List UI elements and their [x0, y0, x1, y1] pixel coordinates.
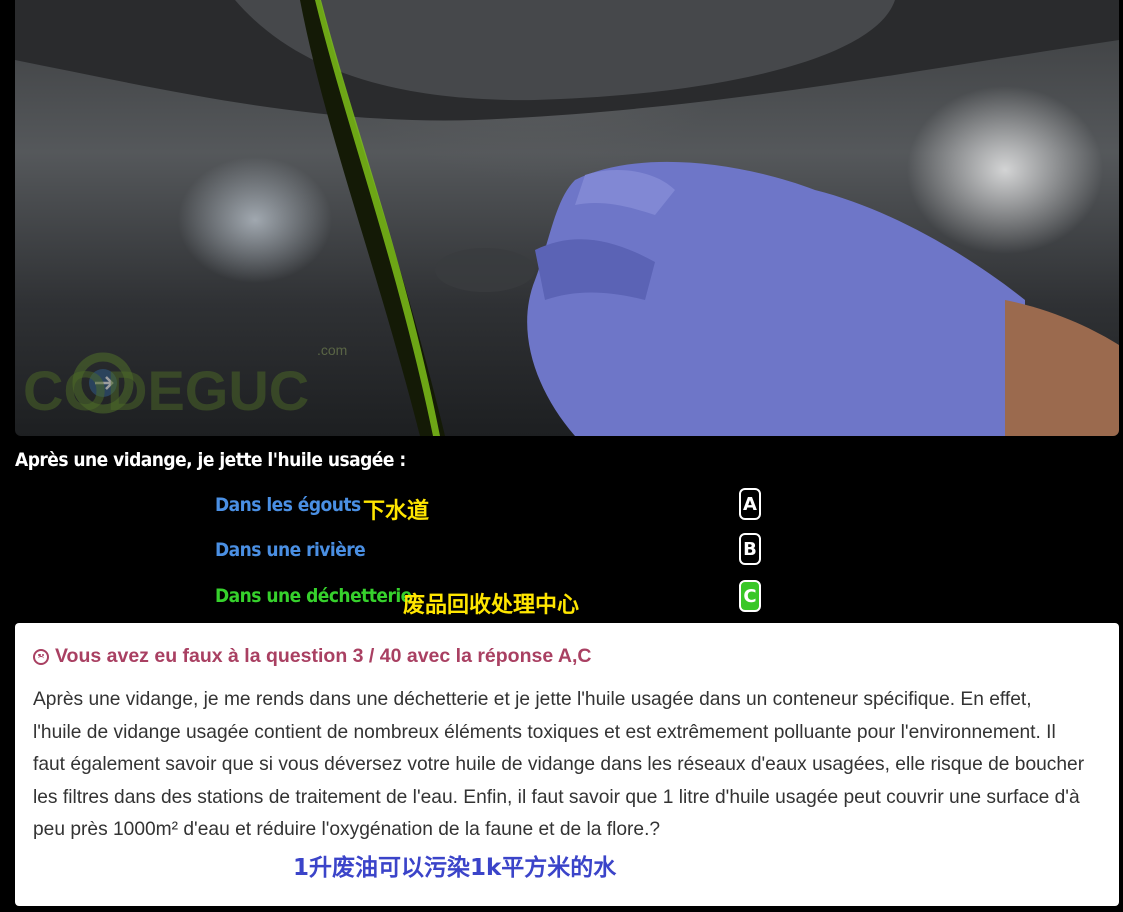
question-text: Après une vidange, je jette l'huile usag… — [15, 449, 406, 471]
answer-c[interactable]: Dans une déchetterie — [215, 585, 412, 607]
result-heading: Vous avez eu faux à la question 3 / 40 a… — [33, 645, 1101, 668]
sad-face-icon — [33, 648, 49, 665]
result-explanation: Après une vidange, je me rends dans une … — [33, 689, 1085, 840]
answer-a[interactable]: Dans les égouts — [215, 494, 361, 516]
watermark-text: CODEGUC — [23, 359, 309, 422]
answer-a-note: 下水道 — [363, 499, 430, 524]
result-heading-text: Vous avez eu faux à la question 3 / 40 a… — [55, 645, 592, 667]
watermark-suffix: .com — [317, 342, 347, 358]
answer-b[interactable]: Dans une rivière — [215, 539, 366, 561]
answer-b-key[interactable]: B — [739, 533, 761, 565]
answer-c-key[interactable]: C — [739, 580, 761, 612]
answer-a-key[interactable]: A — [739, 488, 761, 520]
oil-change-illustration: CODEGUC .com — [15, 0, 1119, 436]
explanation-note: 1升废油可以污染1k平方米的水 — [293, 855, 617, 881]
question-photo: CODEGUC .com — [15, 0, 1119, 436]
answer-c-note: 废品回收处理中心 — [403, 593, 580, 618]
